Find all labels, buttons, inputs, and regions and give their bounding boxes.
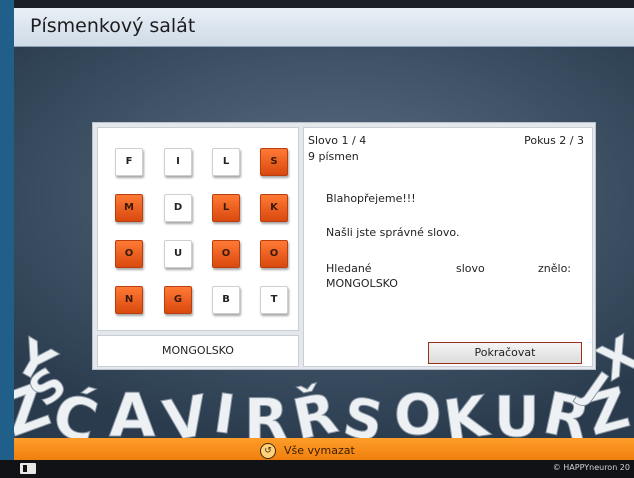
letter-tile[interactable]: D xyxy=(164,194,192,222)
clear-all-button[interactable]: ↺ Vše vymazat xyxy=(260,440,355,459)
letter-tile-selected[interactable]: O xyxy=(115,240,143,268)
title-bar: Písmenkový salát xyxy=(14,8,634,47)
letter-tile-selected[interactable]: K xyxy=(260,194,288,222)
attempt-counter: Pokus 2 / 3 xyxy=(524,134,584,147)
letter-tile[interactable]: I xyxy=(164,148,192,176)
info-panel: Slovo 1 / 4 Pokus 2 / 3 9 písmen Blahopř… xyxy=(303,127,593,367)
game-window: Písmenkový salát Z Ć A V I R Ř S O K U R… xyxy=(14,8,634,460)
searched-label-word2: slovo xyxy=(456,262,485,275)
sound-toggle-icon[interactable] xyxy=(20,463,36,474)
letter-tile-selected[interactable]: L xyxy=(212,194,240,222)
letter-tile[interactable]: T xyxy=(260,286,288,314)
word-counter: Slovo 1 / 4 xyxy=(308,134,367,147)
letter-tile[interactable]: U xyxy=(164,240,192,268)
current-word-display: MONGOLSKO xyxy=(97,335,299,367)
letter-tile-selected[interactable]: M xyxy=(115,194,143,222)
footer-bar: © HAPPYneuron 20 xyxy=(0,460,634,478)
undo-icon: ↺ xyxy=(260,442,276,459)
bottom-bar: ↺ Vše vymazat xyxy=(14,438,634,460)
letter-tile-selected[interactable]: N xyxy=(115,286,143,314)
letter-tile-selected[interactable]: S xyxy=(260,148,288,176)
searched-word: MONGOLSKO xyxy=(326,277,398,290)
found-message: Našli jste správné slovo. xyxy=(326,226,460,239)
continue-button[interactable]: Pokračovat xyxy=(428,342,582,364)
letter-tile-selected[interactable]: O xyxy=(212,240,240,268)
congrats-message: Blahopřejeme!!! xyxy=(326,192,416,205)
letter-tile-selected[interactable]: O xyxy=(260,240,288,268)
svg-text:I: I xyxy=(210,382,239,447)
letter-tile[interactable]: B xyxy=(212,286,240,314)
clear-all-label: Vše vymazat xyxy=(284,444,355,457)
left-edge xyxy=(0,0,14,460)
letter-count: 9 písmen xyxy=(308,150,359,163)
searched-label-word1: Hledané xyxy=(326,262,372,275)
letter-tile[interactable]: L xyxy=(212,148,240,176)
game-panel: F I L S M D L K O U O O N G B T MONGOLSK… xyxy=(92,122,596,370)
letter-grid: F I L S M D L K O U O O N G B T xyxy=(97,127,299,331)
window-title: Písmenkový salát xyxy=(30,15,196,37)
searched-label-word3: znělo: xyxy=(538,262,572,275)
copyright-text: © HAPPYneuron 20 xyxy=(552,463,630,472)
letter-tile[interactable]: F xyxy=(115,148,143,176)
letter-tile-selected[interactable]: G xyxy=(164,286,192,314)
